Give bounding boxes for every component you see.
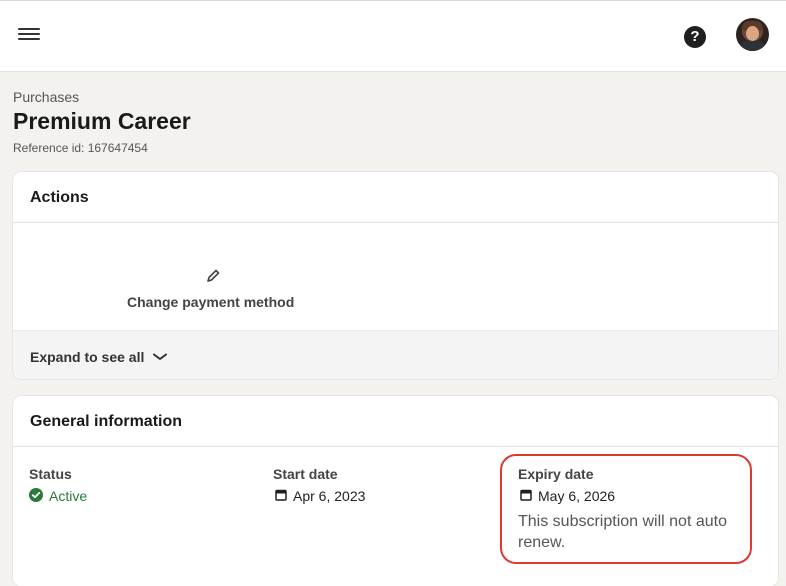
start-date-label: Start date bbox=[273, 466, 338, 482]
check-circle-icon bbox=[29, 488, 43, 502]
general-information-card: General information Status Active Start … bbox=[13, 396, 778, 586]
calendar-icon bbox=[520, 489, 532, 501]
reference-id: Reference id: 167647454 bbox=[13, 141, 148, 155]
breadcrumb[interactable]: Purchases bbox=[13, 89, 79, 105]
actions-card: Actions Change payment method Expand to … bbox=[13, 172, 778, 379]
status-label: Status bbox=[29, 466, 72, 482]
user-avatar[interactable] bbox=[736, 18, 769, 51]
status-value: Active bbox=[49, 488, 88, 504]
hamburger-menu-icon[interactable] bbox=[18, 25, 42, 45]
chevron-down-icon[interactable] bbox=[153, 353, 167, 361]
expiry-date-value: May 6, 2026 bbox=[538, 488, 616, 504]
question-circle-icon[interactable]: ? bbox=[684, 26, 706, 48]
actions-card-title: Actions bbox=[13, 172, 778, 223]
expand-to-see-all-button[interactable]: Expand to see all bbox=[30, 349, 144, 365]
pencil-icon[interactable] bbox=[205, 268, 221, 284]
page-title: Premium Career bbox=[13, 108, 191, 134]
calendar-icon bbox=[275, 489, 287, 501]
change-payment-method-button[interactable]: Change payment method bbox=[127, 294, 294, 310]
general-information-title: General information bbox=[13, 396, 778, 447]
top-bar: ? bbox=[0, 0, 786, 72]
auto-renew-note: This subscription will not auto renew. bbox=[518, 513, 727, 551]
expiry-date-label: Expiry date bbox=[518, 466, 594, 482]
start-date-value: Apr 6, 2023 bbox=[293, 488, 366, 504]
